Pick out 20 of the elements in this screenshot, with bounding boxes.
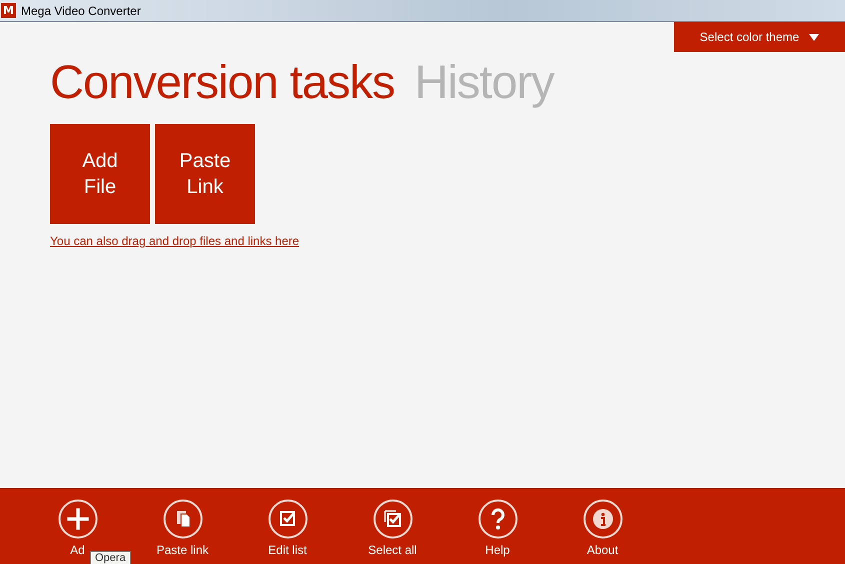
paste-icon bbox=[162, 499, 202, 539]
caret-icon bbox=[809, 34, 820, 40]
toolbar-button[interactable]: Help bbox=[445, 489, 550, 564]
drag-drop-link[interactable]: You can also drag and drop files and links here bbox=[50, 234, 300, 248]
color-theme-button[interactable]: Select color theme bbox=[674, 22, 845, 52]
toolbar-button[interactable]: About bbox=[550, 489, 655, 564]
add-icon bbox=[58, 499, 98, 539]
action-tile[interactable]: Paste Link bbox=[155, 124, 255, 224]
selectall-icon bbox=[372, 499, 412, 539]
help-icon bbox=[478, 499, 518, 539]
view-tab[interactable]: Conversion tasks bbox=[50, 50, 394, 114]
edit-icon bbox=[268, 499, 308, 539]
action-tile[interactable]: Add File bbox=[50, 124, 150, 224]
toolbar-button[interactable]: Select all bbox=[340, 489, 445, 564]
about-icon bbox=[582, 499, 622, 539]
toolbar-button[interactable]: Edit list bbox=[235, 489, 340, 564]
toolbar-button[interactable]: Paste link bbox=[130, 489, 235, 564]
tooltip: Opera bbox=[90, 551, 131, 564]
window-title: Mega Video Converter bbox=[21, 4, 141, 18]
app-logo-icon: M bbox=[1, 3, 16, 18]
